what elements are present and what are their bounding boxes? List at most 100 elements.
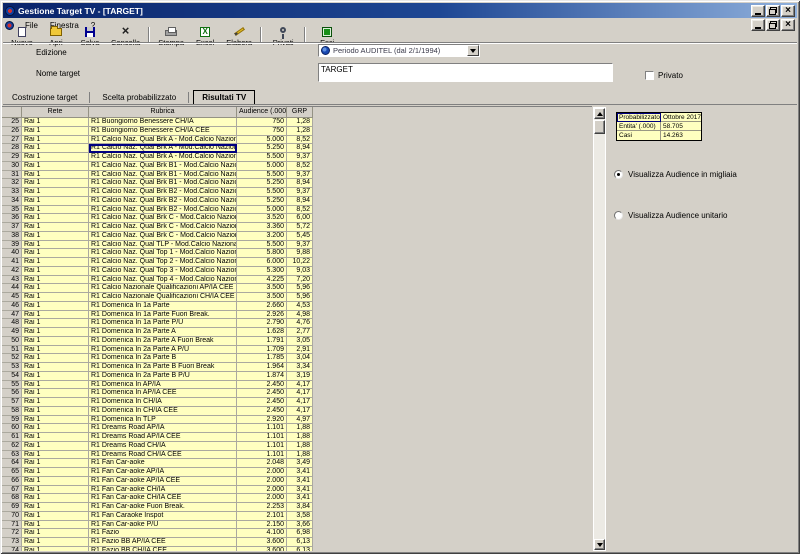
edizione-dropdown-button[interactable] <box>467 45 479 56</box>
rubrica-cell[interactable]: R1 Fan Car-aoke AP/IA CEE <box>89 477 237 486</box>
rubrica-cell[interactable]: R1 Fan Car-aoke P/U <box>89 521 237 530</box>
grp-cell[interactable]: 9,37 <box>287 171 313 180</box>
audience-cell[interactable]: 5.000 <box>237 206 287 215</box>
audience-cell[interactable]: 1.628 <box>237 328 287 337</box>
grp-cell[interactable]: 8,52 <box>287 136 313 145</box>
close-button[interactable]: × <box>781 5 795 17</box>
rete-cell[interactable]: Rai 1 <box>22 144 89 153</box>
row-number-cell[interactable]: 29 <box>2 153 22 162</box>
restore-button[interactable] <box>766 5 780 17</box>
radio-button-icon[interactable] <box>614 211 623 220</box>
grp-cell[interactable]: 4,17 <box>287 407 313 416</box>
table-row[interactable]: 51Rai 1R1 Domenica In 2a Parte A P/U1.70… <box>2 346 592 355</box>
grp-cell[interactable]: 4,97 <box>287 416 313 425</box>
table-row[interactable]: 71Rai 1R1 Fan Car-aoke P/U2.1503,66 <box>2 521 592 530</box>
audience-cell[interactable]: 2.660 <box>237 302 287 311</box>
row-number-cell[interactable]: 36 <box>2 214 22 223</box>
audience-cell[interactable]: 4.100 <box>237 529 287 538</box>
grp-cell[interactable]: 4,98 <box>287 311 313 320</box>
rubrica-cell[interactable]: R1 Domenica In 1a Parte <box>89 302 237 311</box>
grp-cell[interactable]: 3,84 <box>287 503 313 512</box>
row-number-cell[interactable]: 39 <box>2 241 22 250</box>
row-number-cell[interactable]: 28 <box>2 144 22 153</box>
table-row[interactable]: 64Rai 1R1 Fan Car-aoke2.0483,49 <box>2 459 592 468</box>
grp-cell[interactable]: 1,28 <box>287 127 313 136</box>
rete-cell[interactable]: Rai 1 <box>22 284 89 293</box>
rete-cell[interactable]: Rai 1 <box>22 302 89 311</box>
results-table[interactable]: ReteRubricaAudience (.000)GRP25Rai 1R1 B… <box>2 106 592 551</box>
rubrica-cell[interactable]: R1 Domenica In CH/IA <box>89 398 237 407</box>
row-number-cell[interactable]: 55 <box>2 381 22 390</box>
rete-cell[interactable]: Rai 1 <box>22 486 89 495</box>
rete-cell[interactable]: Rai 1 <box>22 136 89 145</box>
rubrica-cell[interactable]: R1 Domenica In 1a Parte P/U <box>89 319 237 328</box>
table-row[interactable]: 33Rai 1R1 Calcio Naz. Qual Brk B2 - Mod.… <box>2 188 592 197</box>
table-row[interactable]: 40Rai 1R1 Calcio Naz. Qual Top 1 - Mod.C… <box>2 249 592 258</box>
rubrica-cell[interactable]: R1 Calcio Naz. Qual Brk B1 - Mod.Calcio … <box>89 162 237 171</box>
rubrica-cell[interactable]: R1 Fan Car-aoke AP/IA <box>89 468 237 477</box>
rete-cell[interactable]: Rai 1 <box>22 381 89 390</box>
rubrica-cell[interactable]: R1 Calcio Nazionale Qualificazioni CH/IA… <box>89 293 237 302</box>
audience-cell[interactable]: 1.791 <box>237 337 287 346</box>
row-number-cell[interactable]: 73 <box>2 538 22 547</box>
rete-cell[interactable]: Rai 1 <box>22 214 89 223</box>
rete-cell[interactable]: Rai 1 <box>22 424 89 433</box>
row-number-cell[interactable]: 54 <box>2 372 22 381</box>
row-number-cell[interactable]: 34 <box>2 197 22 206</box>
rubrica-cell[interactable]: R1 Calcio Naz. Qual Brk C - Mod.Calcio N… <box>89 232 237 241</box>
row-number-cell[interactable]: 61 <box>2 433 22 442</box>
row-number-cell[interactable]: 62 <box>2 442 22 451</box>
rete-cell[interactable]: Rai 1 <box>22 503 89 512</box>
table-row[interactable]: 60Rai 1R1 Dreams Road AP/IA1.1011,88 <box>2 424 592 433</box>
audience-cell[interactable]: 1.101 <box>237 424 287 433</box>
grp-cell[interactable]: 9,03 <box>287 267 313 276</box>
table-row[interactable]: 65Rai 1R1 Fan Car-aoke AP/IA2.0003,41 <box>2 468 592 477</box>
rete-cell[interactable]: Rai 1 <box>22 389 89 398</box>
grp-cell[interactable]: 8,94 <box>287 144 313 153</box>
rete-cell[interactable]: Rai 1 <box>22 267 89 276</box>
grp-cell[interactable]: 8,52 <box>287 206 313 215</box>
audience-cell[interactable]: 5.500 <box>237 171 287 180</box>
row-number-cell[interactable]: 53 <box>2 363 22 372</box>
edizione-combobox[interactable]: Periodo AUDITEL (dal 2/1/1994) <box>318 44 480 57</box>
rubrica-cell[interactable]: R1 Buongiorno Benessere CH/IA CEE <box>89 127 237 136</box>
row-number-cell[interactable]: 60 <box>2 424 22 433</box>
tab-risultati-tv[interactable]: Risultati TV <box>193 90 255 105</box>
grp-cell[interactable]: 1,28 <box>287 118 313 127</box>
audience-cell[interactable]: 3.520 <box>237 214 287 223</box>
grp-cell[interactable]: 4,17 <box>287 389 313 398</box>
row-number-cell[interactable]: 66 <box>2 477 22 486</box>
rete-cell[interactable]: Rai 1 <box>22 206 89 215</box>
rete-cell[interactable]: Rai 1 <box>22 442 89 451</box>
table-row[interactable]: 55Rai 1R1 Domenica In AP/IA2.4504,17 <box>2 381 592 390</box>
rubrica-cell[interactable]: R1 Domenica In AP/IA CEE <box>89 389 237 398</box>
rubrica-cell[interactable]: R1 Fan Car-aoke <box>89 459 237 468</box>
rubrica-cell-selected[interactable]: R1 Calcio Naz. Qual Brk A - Mod.Calcio N… <box>89 144 237 153</box>
audience-cell[interactable]: 2.000 <box>237 494 287 503</box>
rubrica-cell[interactable]: R1 Fazio BB CH/IA CEE <box>89 547 237 551</box>
audience-cell[interactable]: 5.250 <box>237 197 287 206</box>
table-row[interactable]: 74Rai 1R1 Fazio BB CH/IA CEE3.6006,13 <box>2 547 592 551</box>
audience-cell[interactable]: 3.500 <box>237 284 287 293</box>
audience-cell[interactable]: 2.450 <box>237 381 287 390</box>
table-row[interactable]: 32Rai 1R1 Calcio Naz. Qual Brk B1 - Mod.… <box>2 179 592 188</box>
rubrica-cell[interactable]: R1 Fan Car-aoke CH/IA <box>89 486 237 495</box>
rete-cell[interactable]: Rai 1 <box>22 127 89 136</box>
grp-cell[interactable]: 6,00 <box>287 214 313 223</box>
tab-scelta-probabilizzato[interactable]: Scelta probabilizzato <box>94 91 184 104</box>
rubrica-cell[interactable]: R1 Calcio Naz. Qual Brk B1 - Mod.Calcio … <box>89 171 237 180</box>
grp-cell[interactable]: 3,34 <box>287 363 313 372</box>
rubrica-cell[interactable]: R1 Domenica In 2a Parte B <box>89 354 237 363</box>
grp-cell[interactable]: 6,13 <box>287 538 313 547</box>
audience-cell[interactable]: 1.964 <box>237 363 287 372</box>
radio-option-migliaia[interactable]: Visualizza Audience in migliaia <box>614 170 737 179</box>
table-row[interactable]: 52Rai 1R1 Domenica In 2a Parte B1.7853,0… <box>2 354 592 363</box>
table-row[interactable]: 58Rai 1R1 Domenica In CH/IA CEE2.4504,17 <box>2 407 592 416</box>
vertical-scrollbar[interactable] <box>593 107 606 551</box>
grp-cell[interactable]: 4,76 <box>287 319 313 328</box>
rubrica-cell[interactable]: R1 Domenica In 2a Parte B P/U <box>89 372 237 381</box>
audience-cell[interactable]: 2.150 <box>237 521 287 530</box>
rete-cell[interactable]: Rai 1 <box>22 171 89 180</box>
row-number-cell[interactable]: 26 <box>2 127 22 136</box>
rubrica-cell[interactable]: R1 Domenica In 2a Parte A <box>89 328 237 337</box>
